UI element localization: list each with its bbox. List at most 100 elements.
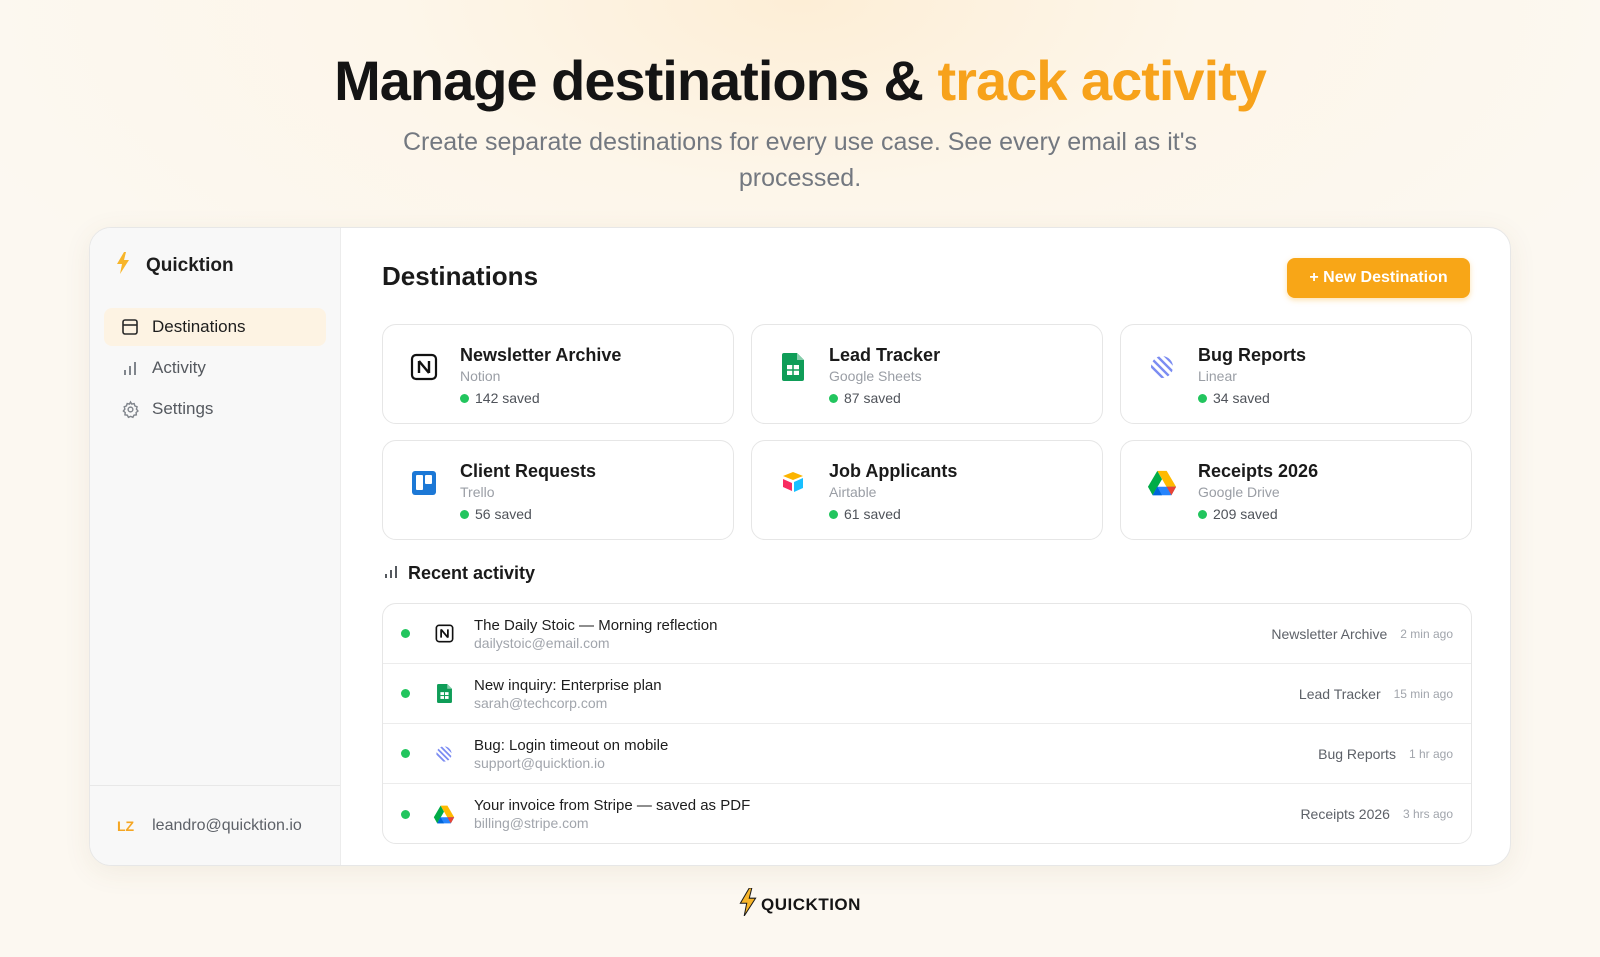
destination-service: Trello xyxy=(460,484,495,500)
destination-count: 142 saved xyxy=(460,390,621,406)
page-title: Destinations xyxy=(382,261,539,291)
activity-destination: Receipts 2026 xyxy=(1300,806,1390,822)
app-window: Quicktion Destinations Activity Settings xyxy=(89,227,1511,866)
airtable-icon xyxy=(778,468,808,498)
status-dot xyxy=(460,509,469,519)
activity-meta: Lead Tracker 15 min ago xyxy=(1299,664,1453,723)
activity-row[interactable]: Bug: Login timeout on mobile support@qui… xyxy=(383,724,1471,784)
activity-meta: Receipts 2026 3 hrs ago xyxy=(1300,784,1453,843)
avatar: LZ xyxy=(117,817,135,834)
sidebar-item-label: Activity xyxy=(152,358,206,377)
destinations-grid: Newsletter Archive Notion 142 saved Lead… xyxy=(382,324,1474,540)
destination-card[interactable]: Job Applicants Airtable 61 saved xyxy=(751,440,1103,540)
status-dot xyxy=(829,509,838,519)
destination-name: Receipts 2026 xyxy=(1198,461,1319,481)
google-sheets-icon xyxy=(433,683,455,705)
destination-service: Airtable xyxy=(829,484,877,500)
destination-card[interactable]: Newsletter Archive Notion 142 saved xyxy=(382,324,734,424)
destination-count-label: 87 saved xyxy=(844,390,901,406)
hero-title-main: Manage destinations & xyxy=(334,49,938,112)
new-destination-button[interactable]: + New Destination xyxy=(1287,258,1470,298)
brand-name: Quicktion xyxy=(146,254,234,276)
bar-chart-icon xyxy=(120,358,140,378)
destination-info: Lead Tracker Google Sheets 87 saved xyxy=(829,345,940,406)
destination-card[interactable]: Bug Reports Linear 34 saved xyxy=(1120,324,1472,424)
status-dot xyxy=(1198,509,1207,519)
notion-icon xyxy=(409,352,439,382)
google-drive-icon xyxy=(1147,468,1177,498)
status-dot xyxy=(401,809,410,819)
recent-activity-title: Recent activity xyxy=(408,563,536,583)
activity-time: 2 min ago xyxy=(1400,626,1453,641)
activity-meta: Bug Reports 1 hr ago xyxy=(1318,724,1453,783)
activity-subject: Your invoice from Stripe — saved as PDF xyxy=(474,797,751,814)
hero-title: Manage destinations & track activity xyxy=(0,48,1600,113)
activity-row[interactable]: New inquiry: Enterprise plan sarah@techc… xyxy=(383,664,1471,724)
destination-count: 61 saved xyxy=(829,506,957,522)
destination-info: Bug Reports Linear 34 saved xyxy=(1198,345,1306,406)
activity-destination: Bug Reports xyxy=(1318,745,1396,762)
destination-name: Job Applicants xyxy=(829,461,958,481)
status-dot xyxy=(1198,393,1207,403)
destination-card[interactable]: Receipts 2026 Google Drive 209 saved xyxy=(1120,440,1472,540)
sidebar: Quicktion Destinations Activity Settings xyxy=(90,228,341,865)
destination-service: Linear xyxy=(1198,368,1237,384)
destination-count-label: 34 saved xyxy=(1213,390,1270,406)
footer-logo: QUICKTION xyxy=(0,887,1600,921)
sidebar-item-label: Settings xyxy=(152,399,214,418)
destination-count-label: 209 saved xyxy=(1213,506,1278,522)
activity-destination: Newsletter Archive xyxy=(1271,625,1388,642)
main-content: Destinations + New Destination Newslette… xyxy=(341,228,1510,865)
sidebar-nav: Destinations Activity Settings xyxy=(104,308,326,431)
status-dot xyxy=(460,393,469,403)
activity-sender: dailystoic@email.com xyxy=(474,634,610,651)
destination-count: 209 saved xyxy=(1198,506,1318,522)
activity-row[interactable]: The Daily Stoic — Morning reflection dai… xyxy=(383,604,1471,664)
destination-info: Newsletter Archive Notion 142 saved xyxy=(460,345,621,406)
status-dot xyxy=(829,393,838,403)
destination-info: Receipts 2026 Google Drive 209 saved xyxy=(1198,461,1318,522)
destination-service: Google Sheets xyxy=(829,368,922,384)
destination-count-label: 142 saved xyxy=(475,390,540,406)
activity-info: Your invoice from Stripe — saved as PDF … xyxy=(474,797,750,831)
sidebar-item-destinations[interactable]: Destinations xyxy=(104,308,326,346)
status-dot xyxy=(401,749,410,758)
destination-card[interactable]: Lead Tracker Google Sheets 87 saved xyxy=(751,324,1103,424)
gear-icon xyxy=(120,399,140,419)
activity-subject: The Daily Stoic — Morning reflection xyxy=(474,616,718,634)
activity-info: The Daily Stoic — Morning reflection dai… xyxy=(474,617,717,651)
trello-icon xyxy=(409,468,439,498)
user-footer[interactable]: LZ leandro@quicktion.io xyxy=(90,785,340,865)
destination-count-label: 56 saved xyxy=(475,506,532,522)
status-dot xyxy=(401,689,410,698)
destination-name: Lead Tracker xyxy=(829,345,941,365)
lightning-bolt-icon xyxy=(116,252,130,279)
hero-subtitle: Create separate destinations for every u… xyxy=(402,128,1198,192)
activity-info: New inquiry: Enterprise plan sarah@techc… xyxy=(474,677,662,711)
sidebar-item-activity[interactable]: Activity xyxy=(104,349,326,387)
hero-title-accent: track activity xyxy=(937,49,1267,112)
sidebar-item-label: Destinations xyxy=(152,317,246,336)
sidebar-item-settings[interactable]: Settings xyxy=(104,390,326,428)
destination-card[interactable]: Client Requests Trello 56 saved xyxy=(382,440,734,540)
user-email: leandro@quicktion.io xyxy=(152,816,302,834)
footer-brand: QUICKTION xyxy=(761,894,861,914)
activity-subject: Bug: Login timeout on mobile xyxy=(474,736,669,754)
destination-service: Google Drive xyxy=(1198,484,1280,500)
notion-icon xyxy=(433,623,455,645)
activity-meta: Newsletter Archive 2 min ago xyxy=(1271,604,1453,663)
activity-row[interactable]: Your invoice from Stripe — saved as PDF … xyxy=(383,784,1471,843)
activity-time: 1 hr ago xyxy=(1408,746,1453,761)
destination-service: Notion xyxy=(460,368,501,384)
destination-count: 56 saved xyxy=(460,506,596,522)
activity-sender: sarah@techcorp.com xyxy=(474,694,608,711)
google-sheets-icon xyxy=(778,352,808,382)
activity-destination: Lead Tracker xyxy=(1298,685,1381,702)
activity-subject: New inquiry: Enterprise plan xyxy=(474,676,662,694)
activity-time: 15 min ago xyxy=(1393,686,1453,701)
linear-icon xyxy=(433,743,455,765)
destination-name: Newsletter Archive xyxy=(460,345,622,365)
lightning-bolt-icon xyxy=(739,887,757,921)
recent-activity-heading: Recent activity xyxy=(384,563,535,584)
brand[interactable]: Quicktion xyxy=(116,252,234,279)
